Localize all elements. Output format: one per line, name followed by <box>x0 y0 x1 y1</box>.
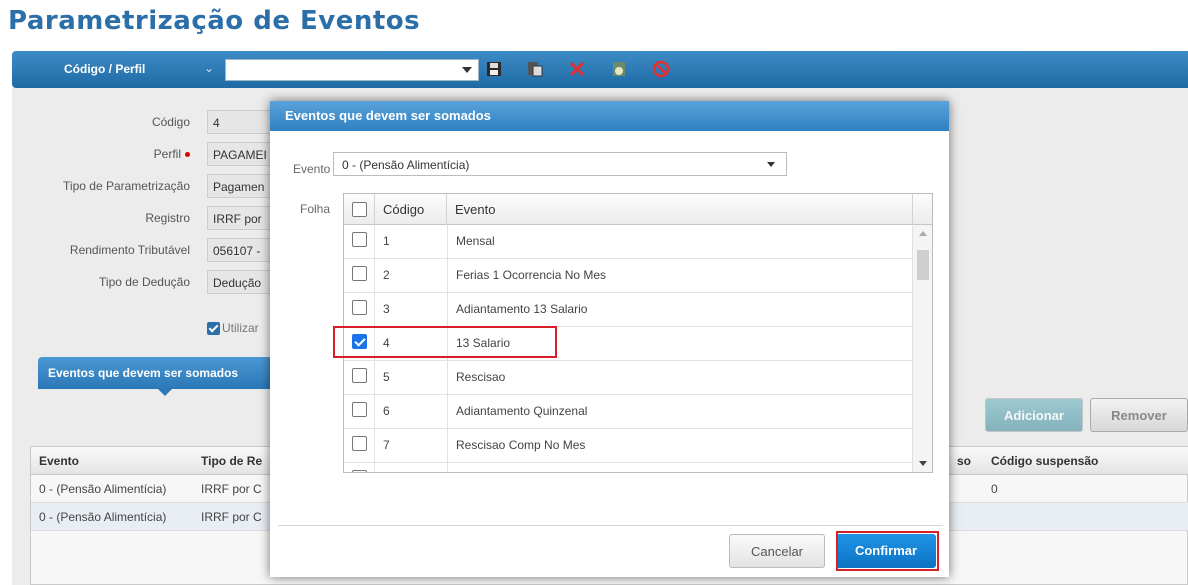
remover-button[interactable]: Remover <box>1090 398 1188 432</box>
modal-title: Eventos que devem ser somados <box>270 101 949 131</box>
toolbar-label: Código / Perfil <box>64 62 146 76</box>
select-all-column <box>344 194 375 225</box>
col-so[interactable]: so <box>957 454 971 468</box>
perfil-label-text: Perfil <box>153 147 181 161</box>
evento-select[interactable]: 0 - (Pensão Alimentícia) <box>333 152 787 176</box>
row-evento: Rescisao <box>456 370 506 384</box>
codigo-input[interactable]: 4 <box>207 110 277 134</box>
evento-select-value: 0 - (Pensão Alimentícia) <box>342 158 470 172</box>
row-codigo: 1 <box>383 234 390 248</box>
registro-label: Registro <box>145 211 190 225</box>
confirm-button[interactable]: Confirmar <box>836 534 936 568</box>
col-codigo-suspensao[interactable]: Código suspensão <box>991 454 1098 468</box>
tipo-parametrizacao-label: Tipo de Parametrização <box>63 179 190 193</box>
toolbar: Código / Perfil ⌄ <box>12 51 1188 88</box>
list-item[interactable]: 2 Ferias 1 Ocorrencia No Mes <box>344 259 912 293</box>
list-item[interactable]: 1 Mensal <box>344 225 912 259</box>
section-tab[interactable]: Eventos que devem ser somados <box>38 357 278 396</box>
cell-evento: 0 - (Pensão Alimentícia) <box>39 482 167 496</box>
modal-footer-divider <box>278 525 943 526</box>
eventos-modal: Eventos que devem ser somados Evento 0 -… <box>270 101 949 577</box>
folha-grid-header: Código Evento <box>344 194 932 225</box>
tipo-deducao-input[interactable]: Dedução <box>207 270 277 294</box>
row-codigo: 4 <box>383 336 390 350</box>
row-evento: Adiantamento 13 Salario <box>456 302 588 316</box>
select-all-checkbox[interactable] <box>352 202 367 217</box>
col-evento[interactable]: Evento <box>447 194 913 225</box>
row-evento: Ferias 1 Ocorrencia No Mes <box>456 268 607 282</box>
rendimento-label: Rendimento Tributável <box>69 243 190 257</box>
list-item[interactable]: 7 Rescisao Comp No Mes <box>344 429 912 463</box>
row-codigo: 6 <box>383 404 390 418</box>
cell-evento: 0 - (Pensão Alimentícia) <box>39 510 167 524</box>
codigo-perfil-select[interactable] <box>225 59 479 81</box>
row-checkbox[interactable] <box>352 436 367 451</box>
row-checkbox[interactable] <box>352 300 367 315</box>
row-codigo: 2 <box>383 268 390 282</box>
perfil-input[interactable]: PAGAMEI <box>207 142 277 166</box>
cell-tipo: IRRF por C <box>201 510 262 524</box>
save-icon[interactable] <box>485 60 503 78</box>
rendimento-input[interactable]: 056107 - <box>207 238 277 262</box>
registro-input[interactable]: IRRF por <box>207 206 277 230</box>
row-codigo: 5 <box>383 370 390 384</box>
utilizar-checkbox[interactable] <box>207 322 220 335</box>
list-item[interactable]: 6 Adiantamento Quinzenal <box>344 395 912 429</box>
list-item[interactable]: 3 Adiantamento 13 Salario <box>344 293 912 327</box>
utilizar-label: Utilizar <box>222 321 259 335</box>
scroll-down-icon[interactable] <box>919 461 927 466</box>
perfil-label: Perfil <box>10 147 190 161</box>
copy-icon[interactable] <box>526 60 544 78</box>
row-evento: Rescisao Comp No Mes <box>456 438 586 452</box>
row-checkbox[interactable] <box>352 232 367 247</box>
folha-label: Folha <box>300 202 331 216</box>
row-evento: 13 Salario <box>456 336 511 350</box>
required-icon <box>185 152 190 158</box>
row-evento: Adiantamento Quinzenal <box>456 404 588 418</box>
page-title: Parametrização de Eventos <box>8 6 421 36</box>
cancel-icon[interactable] <box>652 60 670 78</box>
row-checkbox[interactable] <box>352 402 367 417</box>
list-item[interactable]: 4 13 Salario <box>344 327 912 361</box>
export-icon[interactable] <box>610 60 628 78</box>
folha-grid: Código Evento 1 Mensal 2 Ferias 1 Ocorre… <box>343 193 933 473</box>
list-item[interactable]: 5 Rescisao <box>344 361 912 395</box>
col-evento[interactable]: Evento <box>39 454 79 468</box>
row-codigo: 7 <box>383 438 390 452</box>
list-item-partial[interactable] <box>344 463 912 472</box>
row-checkbox[interactable] <box>352 368 367 383</box>
row-checkbox[interactable] <box>352 266 367 281</box>
row-checkbox-checked[interactable] <box>352 334 367 349</box>
col-codigo[interactable]: Código <box>375 194 447 225</box>
delete-icon[interactable] <box>568 60 586 78</box>
cell-codigo-suspensao: 0 <box>991 482 998 496</box>
row-checkbox[interactable] <box>352 470 367 472</box>
col-tipo[interactable]: Tipo de Re <box>201 454 262 468</box>
cancel-button[interactable]: Cancelar <box>729 534 825 568</box>
tipo-deducao-label: Tipo de Dedução <box>99 275 190 289</box>
evento-label: Evento <box>293 162 331 176</box>
tipo-parametrizacao-input[interactable]: Pagamen <box>207 174 277 198</box>
row-codigo: 3 <box>383 302 390 316</box>
row-evento: Mensal <box>456 234 495 248</box>
adicionar-button[interactable]: Adicionar <box>985 398 1083 432</box>
scroll-thumb[interactable] <box>917 250 929 280</box>
chevron-down-icon[interactable]: ⌄ <box>204 61 214 75</box>
grid-scrollbar[interactable] <box>912 225 932 472</box>
cell-tipo: IRRF por C <box>201 482 262 496</box>
codigo-label: Código <box>151 115 190 129</box>
dropdown-arrow-icon[interactable] <box>767 162 775 167</box>
scroll-up-icon[interactable] <box>919 231 927 236</box>
dropdown-arrow-icon[interactable] <box>462 67 472 73</box>
